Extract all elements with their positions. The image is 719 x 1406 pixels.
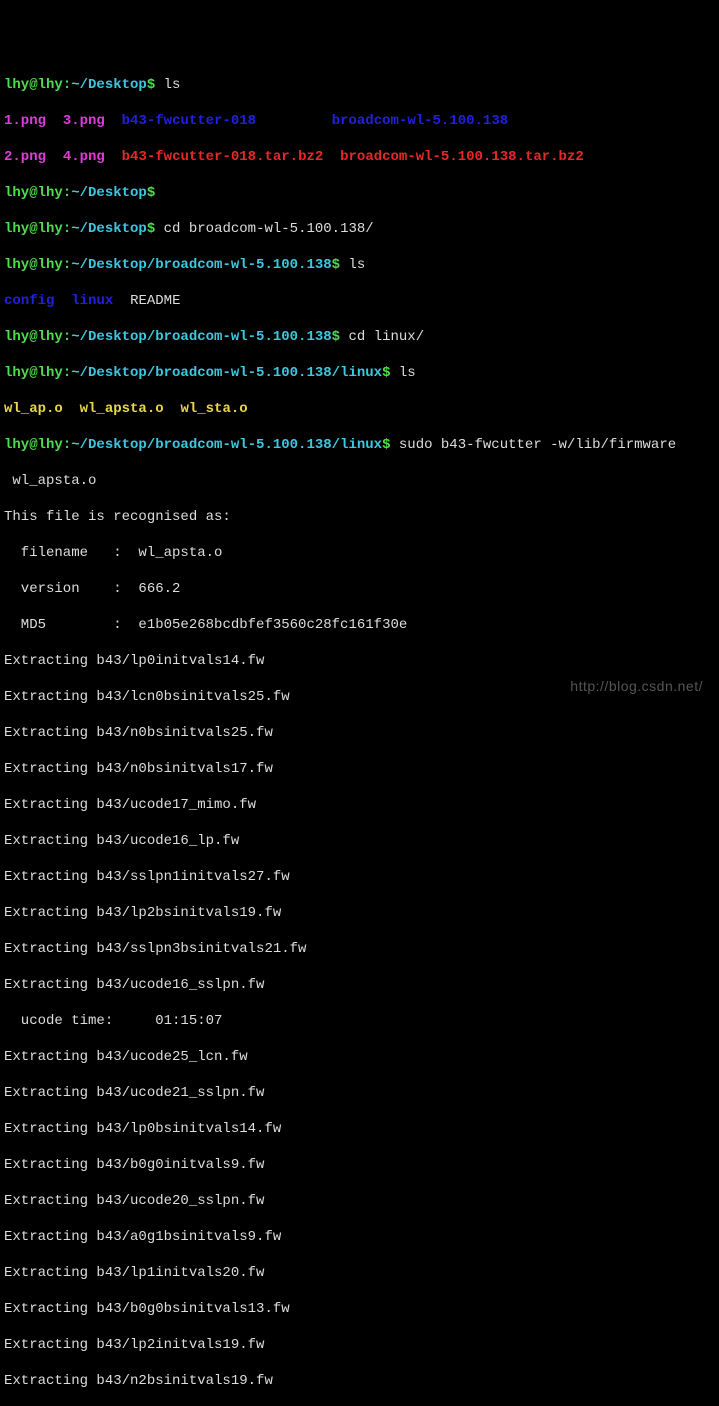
output-recognised: This file is recognised as: [4, 508, 715, 526]
output-extract: Extracting b43/sslpn3bsinitvals21.fw [4, 940, 715, 958]
command: ls [348, 257, 365, 273]
output-extract: Extracting b43/ucode20_sslpn.fw [4, 1192, 715, 1210]
userhost: lhy@lhy [4, 77, 63, 93]
file-obj: wl_ap.o [4, 401, 63, 417]
output-extract: Extracting b43/ucode16_lp.fw [4, 832, 715, 850]
output-extract: Extracting b43/ucode25_lcn.fw [4, 1048, 715, 1066]
output-extract: Extracting b43/ucode17_mimo.fw [4, 796, 715, 814]
dir: config [4, 293, 54, 309]
output-extract: Extracting b43/b0g0initvals9.fw [4, 1156, 715, 1174]
output-extract: Extracting b43/n2bsinitvals19.fw [4, 1372, 715, 1390]
output-md5: MD5 : e1b05e268bcdbfef3560c28fc161f30e [4, 616, 715, 634]
file-obj: wl_sta.o [180, 401, 247, 417]
output-extract: Extracting b43/b0g0bsinitvals13.fw [4, 1300, 715, 1318]
file-png: 2.png [4, 149, 46, 165]
file-png: 3.png [63, 113, 105, 129]
file-png: 1.png [4, 113, 46, 129]
prompt-line-3: lhy@lhy:~/Desktop$ cd broadcom-wl-5.100.… [4, 220, 715, 238]
prompt-line-6: lhy@lhy:~/Desktop/broadcom-wl-5.100.138/… [4, 364, 715, 382]
output-extract: Extracting b43/n0bsinitvals25.fw [4, 724, 715, 742]
output-extract: Extracting b43/n0bsinitvals17.fw [4, 760, 715, 778]
ls-output-row2: 2.png 4.png b43-fwcutter-018.tar.bz2 bro… [4, 148, 715, 166]
output-extract: Extracting b43/sslpn1initvals27.fw [4, 868, 715, 886]
prompt-line-4: lhy@lhy:~/Desktop/broadcom-wl-5.100.138$… [4, 256, 715, 274]
file-png: 4.png [63, 149, 105, 165]
ls-output-row1: 1.png 3.png b43-fwcutter-018 broadcom-wl… [4, 112, 715, 130]
path: ~/Desktop [71, 77, 147, 93]
output-filename: filename : wl_apsta.o [4, 544, 715, 562]
output-version: version : 666.2 [4, 580, 715, 598]
dir: b43-fwcutter-018 [122, 113, 256, 129]
output-ucode-time: ucode time: 01:15:07 [4, 1012, 715, 1030]
command: sudo b43-fwcutter -w/lib/firmware [399, 437, 676, 453]
output-extract: Extracting b43/ucode21_sslpn.fw [4, 1084, 715, 1102]
output-extract: Extracting b43/lp0initvals14.fw [4, 652, 715, 670]
ls-output-3: wl_ap.o wl_apsta.o wl_sta.o [4, 400, 715, 418]
output-extract: Extracting b43/lp1initvals20.fw [4, 1264, 715, 1282]
output-extract: Extracting b43/lp2initvals19.fw [4, 1336, 715, 1354]
file-archive: broadcom-wl-5.100.138.tar.bz2 [340, 149, 584, 165]
watermark: http://blog.csdn.net/ [570, 677, 703, 695]
command: ls [164, 77, 181, 93]
prompt-line-7: lhy@lhy:~/Desktop/broadcom-wl-5.100.138/… [4, 436, 715, 454]
prompt-line-2: lhy@lhy:~/Desktop$ [4, 184, 715, 202]
output-extract: Extracting b43/lp2bsinitvals19.fw [4, 904, 715, 922]
command: ls [399, 365, 416, 381]
prompt-line-1: lhy@lhy:~/Desktop$ ls [4, 76, 715, 94]
output-extract: Extracting b43/a0g1bsinitvals9.fw [4, 1228, 715, 1246]
output-extract: Extracting b43/lp0bsinitvals14.fw [4, 1120, 715, 1138]
ls-output-2: config linux README [4, 292, 715, 310]
command-continuation: wl_apsta.o [4, 472, 715, 490]
file-obj: wl_apsta.o [80, 401, 164, 417]
prompt-line-5: lhy@lhy:~/Desktop/broadcom-wl-5.100.138$… [4, 328, 715, 346]
command: cd broadcom-wl-5.100.138/ [164, 221, 374, 237]
file: README [130, 293, 180, 309]
command: cd linux/ [348, 329, 424, 345]
dir: broadcom-wl-5.100.138 [332, 113, 508, 129]
output-extract: Extracting b43/ucode16_sslpn.fw [4, 976, 715, 994]
file-archive: b43-fwcutter-018.tar.bz2 [122, 149, 324, 165]
dir: linux [71, 293, 113, 309]
